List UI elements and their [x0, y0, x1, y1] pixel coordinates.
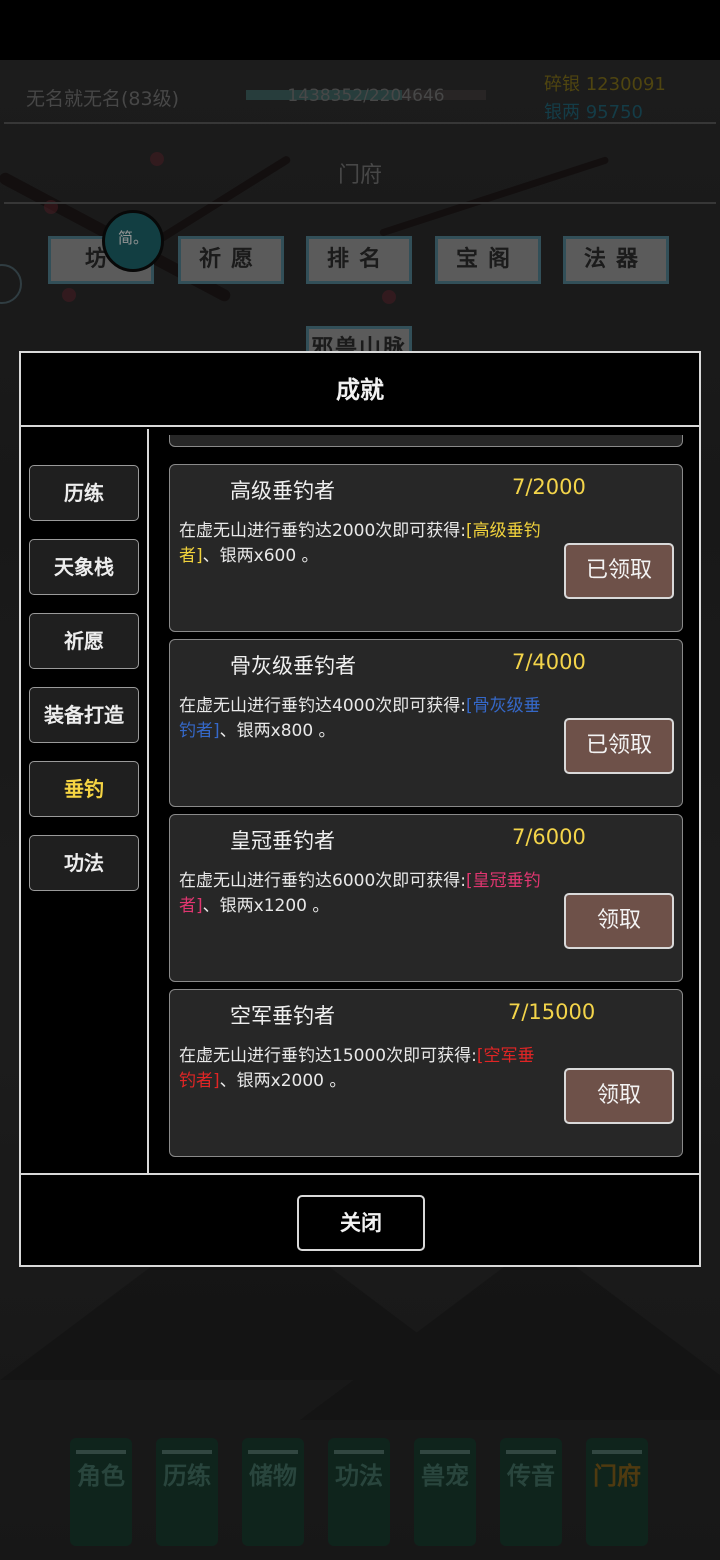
dialog-title: 成就 [21, 353, 699, 427]
achievement-description: 在虚无山进行垂钓达2000次即可获得:[高级垂钓者]、银两x600 。 [179, 519, 551, 569]
claim-button[interactable]: 领取 [564, 1068, 674, 1124]
category-list: 历练 天象栈 祈愿 装备打造 垂钓 功法 [21, 429, 149, 1175]
claimed-button[interactable]: 已领取 [564, 543, 674, 599]
achievement-progress: 7/4000 [512, 650, 586, 674]
achievement-progress: 7/2000 [512, 475, 586, 499]
category-wish-button[interactable]: 祈愿 [29, 613, 139, 669]
category-fishing-button[interactable]: 垂钓 [29, 761, 139, 817]
desc-suffix: 、银两x600 。 [202, 546, 319, 566]
achievement-name: 高级垂钓者 [230, 479, 335, 503]
category-forging-button[interactable]: 装备打造 [29, 687, 139, 743]
category-skills-button[interactable]: 功法 [29, 835, 139, 891]
desc-text: 在虚无山进行垂钓达2000次即可获得: [179, 521, 466, 541]
desc-text: 在虚无山进行垂钓达4000次即可获得: [179, 696, 466, 716]
claimed-button[interactable]: 已领取 [564, 718, 674, 774]
achievement-card: 骨灰级垂钓者 7/4000 在虚无山进行垂钓达4000次即可获得:[骨灰级垂钓者… [169, 639, 683, 807]
achievement-progress: 7/15000 [508, 1000, 596, 1024]
achievement-description: 在虚无山进行垂钓达4000次即可获得:[骨灰级垂钓者]、银两x800 。 [179, 694, 551, 744]
claim-button[interactable]: 领取 [564, 893, 674, 949]
achievement-card-partial [169, 435, 683, 447]
achievement-progress: 7/6000 [512, 825, 586, 849]
category-tianxiang-button[interactable]: 天象栈 [29, 539, 139, 595]
dialog-body: 历练 天象栈 祈愿 装备打造 垂钓 功法 高级垂钓者 7/2000 在虚无山进行… [21, 429, 699, 1175]
achievement-dialog: 成就 历练 天象栈 祈愿 装备打造 垂钓 功法 高级垂钓者 7/2000 在虚无… [19, 351, 701, 1267]
achievement-description: 在虚无山进行垂钓达15000次即可获得:[空军垂钓者]、银两x2000 。 [179, 1044, 551, 1094]
desc-suffix: 、银两x2000 。 [219, 1071, 347, 1091]
category-training-button[interactable]: 历练 [29, 465, 139, 521]
desc-text: 在虚无山进行垂钓达6000次即可获得: [179, 871, 466, 891]
achievement-name: 骨灰级垂钓者 [230, 654, 356, 678]
achievement-list[interactable]: 高级垂钓者 7/2000 在虚无山进行垂钓达2000次即可获得:[高级垂钓者]、… [149, 429, 699, 1175]
achievement-description: 在虚无山进行垂钓达6000次即可获得:[皇冠垂钓者]、银两x1200 。 [179, 869, 551, 919]
achievement-name: 皇冠垂钓者 [230, 829, 335, 853]
desc-suffix: 、银两x800 。 [219, 721, 336, 741]
achievement-card: 皇冠垂钓者 7/6000 在虚无山进行垂钓达6000次即可获得:[皇冠垂钓者]、… [169, 814, 683, 982]
desc-text: 在虚无山进行垂钓达15000次即可获得: [179, 1046, 477, 1066]
desc-suffix: 、银两x1200 。 [202, 896, 330, 916]
achievement-card: 空军垂钓者 7/15000 在虚无山进行垂钓达15000次即可获得:[空军垂钓者… [169, 989, 683, 1157]
close-button[interactable]: 关闭 [297, 1195, 425, 1251]
achievement-name: 空军垂钓者 [230, 1004, 335, 1028]
achievement-card: 高级垂钓者 7/2000 在虚无山进行垂钓达2000次即可获得:[高级垂钓者]、… [169, 464, 683, 632]
